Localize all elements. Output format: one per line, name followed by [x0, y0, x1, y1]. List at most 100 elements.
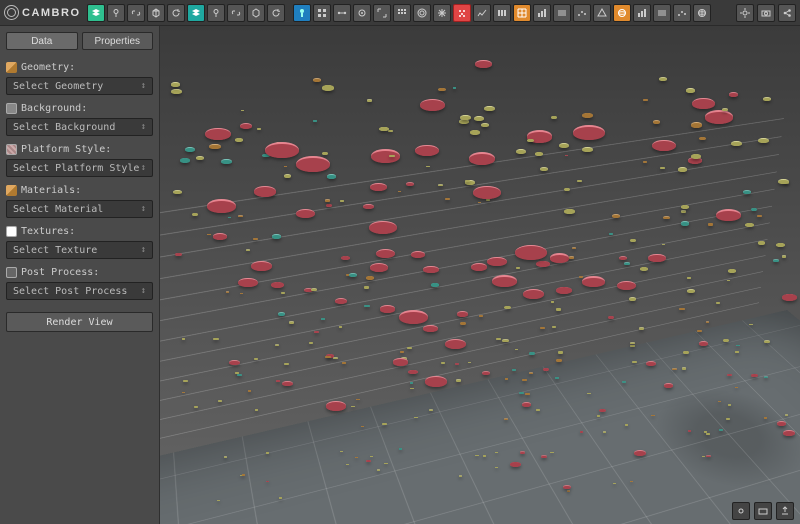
tool-layers-a-icon[interactable] [87, 4, 105, 22]
data-point [371, 149, 400, 163]
data-point [284, 174, 292, 178]
data-point [389, 155, 395, 158]
tool-link-a-icon[interactable] [127, 4, 145, 22]
data-point [388, 130, 393, 132]
data-point [296, 156, 330, 172]
app-name: CAMBRO [22, 7, 81, 19]
tool-bars-icon[interactable] [533, 4, 551, 22]
tab-data[interactable]: Data [6, 32, 78, 50]
data-point [209, 144, 221, 150]
dropdown-background[interactable]: Select Background [6, 118, 153, 136]
tool-bars2-icon[interactable] [633, 4, 651, 22]
data-point [784, 181, 789, 184]
dropdown-geometry[interactable]: Select Geometry [6, 77, 153, 95]
data-point [729, 92, 738, 96]
data-point [257, 128, 261, 130]
tool-connect-icon[interactable] [333, 4, 351, 22]
corner-camera-icon[interactable] [754, 502, 772, 520]
logo-mark-icon [4, 5, 19, 20]
tool-radar-icon[interactable] [593, 4, 611, 22]
data-point [265, 142, 299, 158]
data-point [415, 145, 439, 157]
sidebar: Data Properties Geometry: Select Geometr… [0, 26, 160, 524]
tab-properties-label: Properties [94, 36, 140, 47]
geometry-icon [6, 62, 17, 73]
data-point [221, 159, 231, 164]
tool-pin-b-icon[interactable] [207, 4, 225, 22]
data-point [582, 113, 594, 119]
data-point [322, 152, 328, 155]
tool-link-b-icon[interactable] [227, 4, 245, 22]
tool-scatter-icon[interactable] [573, 4, 591, 22]
tool-burst-icon[interactable] [433, 4, 451, 22]
data-point [686, 88, 696, 93]
tool-cube-b-icon[interactable] [247, 4, 265, 22]
data-point [722, 108, 728, 111]
tool-globe-icon[interactable] [693, 4, 711, 22]
data-point [367, 99, 372, 101]
dropdown-materials[interactable]: Select Material [6, 200, 153, 218]
dropdown-platform[interactable]: Select Platform Style [6, 159, 153, 177]
section-geometry-label: Geometry: [6, 62, 153, 73]
tool-share-icon[interactable] [778, 4, 796, 22]
textures-icon [6, 226, 17, 237]
section-background-label: Background: [6, 103, 153, 114]
tool-grid9-icon[interactable] [393, 4, 411, 22]
tool-density-icon[interactable] [453, 4, 471, 22]
tool-align-icon[interactable] [493, 4, 511, 22]
data-point [313, 78, 321, 82]
tool-layers-b-icon[interactable] [187, 4, 205, 22]
viewport-corner-tools [732, 502, 794, 520]
data-point [240, 123, 253, 129]
tool-grid4-icon[interactable] [313, 4, 331, 22]
tool-scatter2-icon[interactable] [673, 4, 691, 22]
sidebar-tabs: Data Properties [6, 32, 153, 50]
tool-cube-a-icon[interactable] [147, 4, 165, 22]
data-point [185, 147, 195, 152]
dropdown-textures[interactable]: Select Texture [6, 241, 153, 259]
section-postprocess-label: Post Process: [6, 267, 153, 278]
data-point [773, 259, 778, 262]
tool-align2-icon[interactable] [553, 4, 571, 22]
tool-expand-icon[interactable] [373, 4, 391, 22]
dropdown-postprocess[interactable]: Select Post Process [6, 282, 153, 300]
data-point [180, 158, 190, 163]
data-point [453, 87, 457, 89]
tool-snapshot-icon[interactable] [757, 4, 775, 22]
background-icon [6, 103, 17, 114]
data-point [173, 190, 181, 194]
tab-properties[interactable]: Properties [82, 32, 154, 50]
data-point [527, 139, 534, 142]
data-point [763, 97, 771, 101]
data-point [692, 98, 714, 109]
tool-refresh-b-icon[interactable] [267, 4, 285, 22]
top-toolbar: CAMBRO [0, 0, 800, 26]
tool-spark-icon[interactable] [473, 4, 491, 22]
data-point [778, 179, 789, 184]
data-point [438, 88, 446, 92]
data-point [460, 115, 470, 120]
tool-rings-icon[interactable] [413, 4, 431, 22]
render-view-button[interactable]: Render View [6, 312, 153, 332]
data-point [528, 135, 536, 139]
corner-settings-icon[interactable] [732, 502, 750, 520]
tool-settings-icon[interactable] [736, 4, 754, 22]
data-point [475, 60, 491, 68]
section-platform-label: Platform Style: [6, 144, 153, 155]
viewport-3d[interactable] [160, 26, 800, 524]
tool-tree-icon[interactable] [293, 4, 311, 22]
data-point [274, 142, 285, 147]
section-materials-label: Materials: [6, 185, 153, 196]
data-point [262, 154, 270, 158]
data-point [643, 99, 648, 101]
tool-sphere-icon[interactable] [613, 4, 631, 22]
tool-align3-icon[interactable] [653, 4, 671, 22]
tool-refresh-a-icon[interactable] [167, 4, 185, 22]
tool-target-icon[interactable] [353, 4, 371, 22]
data-point [235, 138, 243, 142]
corner-export-icon[interactable] [776, 502, 794, 520]
data-point [420, 99, 446, 111]
tool-grid-o-icon[interactable] [513, 4, 531, 22]
data-point [659, 77, 667, 81]
tool-pin-a-icon[interactable] [107, 4, 125, 22]
